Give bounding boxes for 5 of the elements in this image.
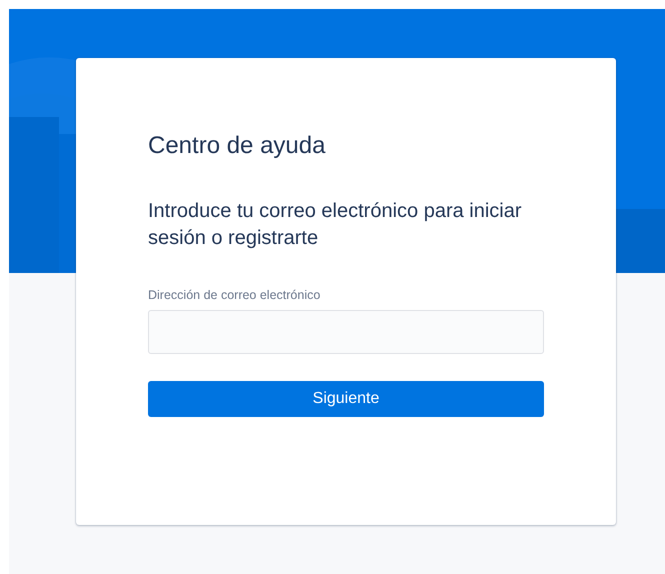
help-center-title: Centro de ayuda — [148, 131, 326, 161]
email-field[interactable] — [148, 310, 544, 354]
next-button[interactable]: Siguiente — [148, 380, 544, 417]
email-label: Dirección de correo electrónico — [148, 287, 322, 304]
sign-in-prompt: Introduce tu correo electrónico para iniciar sesión o registrarte — [148, 199, 523, 251]
